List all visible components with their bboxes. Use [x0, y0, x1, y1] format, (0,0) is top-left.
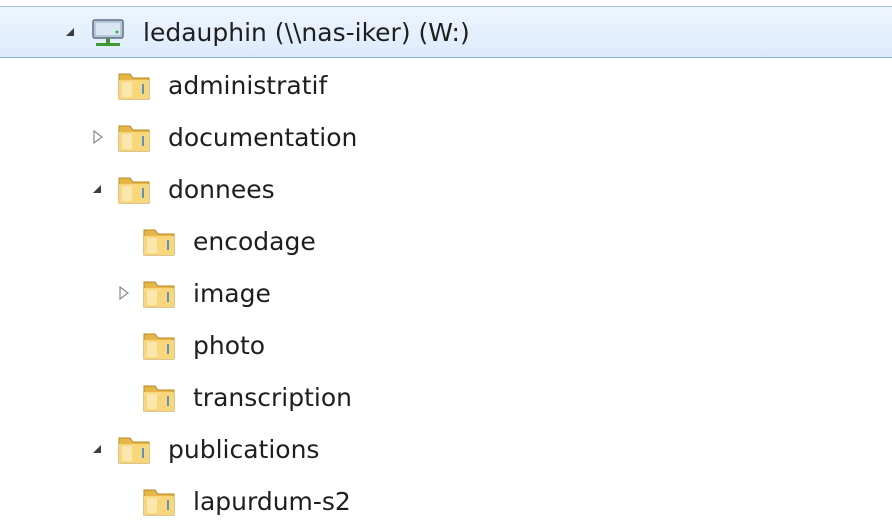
- folder-icon: [118, 125, 150, 152]
- tree-item-label: transcription: [193, 383, 352, 412]
- folder-icon: [118, 177, 150, 204]
- tree-item-donnees[interactable]: donnees: [0, 164, 892, 216]
- tree-item-image[interactable]: image: [0, 268, 892, 320]
- tree-item-transcription[interactable]: transcription: [0, 372, 892, 424]
- expanded-arrow-icon[interactable]: [64, 25, 78, 39]
- tree-item-lapurdum-s2[interactable]: lapurdum-s2: [0, 476, 892, 528]
- tree-item-label: image: [193, 279, 271, 308]
- tree-item-label: administratif: [168, 71, 328, 100]
- tree-item-label: photo: [193, 331, 266, 360]
- network-drive-icon: [92, 19, 124, 46]
- folder-icon: [118, 437, 150, 464]
- collapsed-arrow-icon[interactable]: [117, 286, 131, 300]
- tree-item-encodage[interactable]: encodage: [0, 216, 892, 268]
- folder-icon: [143, 229, 175, 256]
- tree-item-label: documentation: [168, 123, 358, 152]
- tree-item-label: encodage: [193, 227, 316, 256]
- expanded-arrow-icon[interactable]: [91, 442, 105, 456]
- tree-item-documentation[interactable]: documentation: [0, 112, 892, 164]
- folder-icon: [143, 385, 175, 412]
- folder-icon: [143, 281, 175, 308]
- folder-icon: [143, 333, 175, 360]
- folder-tree: ledauphin (\\nas-iker) (W:) administrati…: [0, 0, 892, 532]
- folder-icon: [118, 73, 150, 100]
- folder-icon: [143, 489, 175, 516]
- tree-item-label: ledauphin (\\nas-iker) (W:): [143, 18, 470, 47]
- expanded-arrow-icon[interactable]: [91, 182, 105, 196]
- tree-item-label: donnees: [168, 175, 275, 204]
- tree-item-administratif[interactable]: administratif: [0, 60, 892, 112]
- tree-item-label: publications: [168, 435, 320, 464]
- tree-item-photo[interactable]: photo: [0, 320, 892, 372]
- tree-item-label: lapurdum-s2: [193, 487, 351, 516]
- tree-item-drive-w[interactable]: ledauphin (\\nas-iker) (W:): [0, 6, 892, 58]
- collapsed-arrow-icon[interactable]: [91, 130, 105, 144]
- tree-item-publications[interactable]: publications: [0, 424, 892, 476]
